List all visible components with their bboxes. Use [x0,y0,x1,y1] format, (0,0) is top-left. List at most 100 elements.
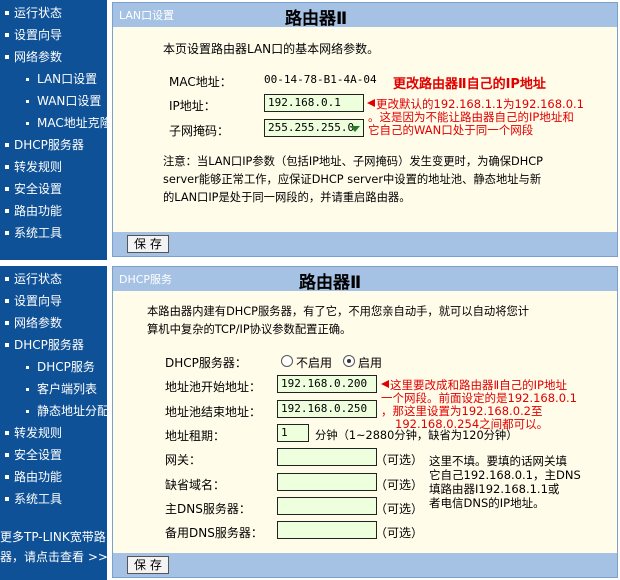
sidebar-item[interactable]: 路由功能 [0,200,107,222]
sidebar-item-label: 安全设置 [14,448,63,462]
sidebar-item[interactable]: 网络参数 [0,312,107,334]
router-title: 路由器Ⅱ [285,9,348,29]
sidebar-item[interactable]: 转发规则 [0,422,107,444]
ip-input[interactable]: 192.168.0.1 [264,94,364,112]
lease-input[interactable]: 1 [277,424,309,442]
sidebar-item-label: 系统工具 [14,226,63,240]
sidebar-item[interactable]: LAN口设置 [0,68,107,90]
sidebar-item[interactable]: 路由功能 [0,466,107,488]
sidebar-item[interactable]: 网络参数 [0,46,107,68]
sidebar-footer-link[interactable]: 更多TP-LINK宽带路由 [0,528,107,545]
sidebar-item-label: WAN口设置 [37,94,102,108]
bullet-icon [5,209,9,213]
bullet-icon [5,475,9,479]
pool-end-label: 地址池结束地址： [165,405,262,419]
save-button[interactable]: 保 存 [127,556,169,574]
gateway-input[interactable] [277,448,377,466]
sidebar-item[interactable]: 系统工具 [0,222,107,244]
lan-panel-header: LAN口设置 路由器Ⅱ [113,3,617,29]
lan-panel-footer: 保 存 [113,232,617,256]
sidebar-footer-link-more[interactable]: 器，请点击查看 >> [0,548,107,565]
dhcp-disable-radio[interactable] [281,355,293,367]
dhcp-panel-footer: 保 存 [113,553,617,577]
chevron-down-icon [350,126,360,132]
sidebar-item[interactable]: DHCP服务器 [0,334,107,356]
sidebar-item[interactable]: 静态地址分配 [0,400,110,422]
sidebar-item-label: 转发规则 [14,426,63,440]
mask-label: 子网掩码： [169,124,230,138]
lan-panel-header-label: LAN口设置 [119,9,175,22]
sidebar-item-label: 客户端列表 [37,382,98,396]
dns2-input[interactable] [277,521,377,539]
sidebar-item[interactable]: 安全设置 [0,444,107,466]
sidebar-item[interactable]: WAN口设置 [0,90,107,112]
domain-label: 缺省域名： [165,478,226,492]
sidebar-item[interactable]: 设置向导 [0,290,107,312]
mac-label: MAC地址： [169,75,232,89]
dhcp-disable-label: 不启用 [296,356,333,370]
dhcp-server-label: DHCP服务器： [165,356,247,370]
sidebar-item-label: 静态地址分配 [37,404,110,418]
sidebar-item-label: LAN口设置 [37,72,98,86]
sidebar-item-label: 运行状态 [14,272,63,286]
pool-end-input[interactable]: 192.168.0.250 [277,400,377,418]
dns1-input[interactable] [277,497,377,515]
annotation-lan-line3: 它自己的WAN口处于同一个网段 [368,123,534,137]
bullet-icon [26,122,29,125]
sidebar-item[interactable]: 设置向导 [0,24,107,46]
lan-intro: 本页设置路由器LAN口的基本网络参数。 [163,42,380,56]
dns2-optional: （可选） [375,526,424,540]
sidebar-item[interactable]: 系统工具 [0,488,107,510]
bullet-icon [5,299,9,303]
dns1-optional: （可选） [375,502,424,516]
sidebar-item[interactable]: DHCP服务 [0,356,107,378]
mac-value: 00-14-78-B1-4A-04 [264,73,377,86]
sidebar-top: 运行状态设置向导网络参数 LAN口设置 WAN口设置 MAC地址克隆 DHCP服务器转发… [0,0,112,260]
gateway-optional: （可选） [375,453,424,467]
bullet-icon [5,187,9,191]
sidebar-item-label: 系统工具 [14,492,63,506]
bullet-icon [5,453,9,457]
sidebar-item[interactable]: 运行状态 [0,2,107,24]
dhcp-settings-panel: DHCP服务 路由器Ⅱ 本路由器内建有DHCP服务器，有了它，不用您亲自动手，就… [112,266,618,578]
lan-note-line1: 注意：当LAN口IP参数（包括IP地址、子网掩码）发生变更时，为确保DHCP [163,155,543,168]
sidebar-item[interactable]: MAC地址克隆 [0,112,112,134]
sidebar-item-label: 转发规则 [14,160,63,174]
dhcp-panel-header: DHCP服务 路由器Ⅱ [113,267,617,293]
bullet-icon [5,497,9,501]
bullet-icon [5,55,9,59]
domain-input[interactable] [277,473,377,491]
sidebar-item-label: MAC地址克隆 [37,116,112,130]
dhcp-enable-radio[interactable] [343,355,355,367]
sidebar-item-label: 设置向导 [14,28,63,42]
sidebar-item[interactable]: DHCP服务器 [0,134,107,156]
sidebar-item-label: 安全设置 [14,182,63,196]
save-button[interactable]: 保 存 [127,235,169,253]
lease-unit: 分钟（1~2880分钟，缺省为120分钟） [315,429,518,442]
sidebar-item[interactable]: 运行状态 [0,268,107,290]
sidebar-item-label: DHCP服务 [37,360,95,374]
pool-start-input[interactable]: 192.168.0.200 [277,375,377,393]
sidebar-item[interactable]: 转发规则 [0,156,107,178]
sidebar-item-label: 路由功能 [14,470,63,484]
mask-select-value: 255.255.255.0 [268,121,355,134]
bullet-icon [26,388,29,391]
sidebar-item[interactable]: 客户端列表 [0,378,107,400]
sidebar-item-label: 网络参数 [14,316,63,330]
sidebar-item-label: 网络参数 [14,50,63,64]
sidebar-item-label: 运行状态 [14,6,63,20]
sidebar-item-label: DHCP服务器 [14,338,84,352]
sidebar-item-label: 设置向导 [14,294,63,308]
bullet-icon [5,431,9,435]
mask-select[interactable]: 255.255.255.0 [264,119,364,137]
lan-note-line2: server能够正常工作，应保证DHCP server中设置的地址池、静态地址与… [163,173,542,186]
router-title: 路由器Ⅱ [299,273,362,293]
sidebar-item[interactable]: 安全设置 [0,178,107,200]
dhcp-panel-header-label: DHCP服务 [119,273,173,286]
bullet-icon [5,33,9,37]
dhcp-intro-line2: 算机中复杂的TCP/IP协议参数配置正确。 [147,323,352,336]
lease-label: 地址租期： [165,429,226,443]
sidebar-item-label: 路由功能 [14,204,63,218]
lan-settings-panel: LAN口设置 路由器Ⅱ 本页设置路由器LAN口的基本网络参数。 MAC地址： 0… [112,2,618,257]
pool-start-label: 地址池开始地址： [165,380,262,394]
